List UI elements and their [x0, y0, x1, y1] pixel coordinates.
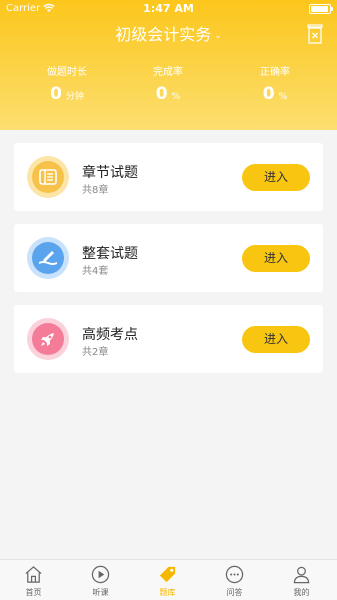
stat-value: 0	[262, 84, 275, 104]
tab-qa[interactable]: 问答	[201, 560, 268, 600]
header: Carrier 1:47 AM 初级会计实务 ⌄ 做题时长 0 分钟 完成率 0% …	[0, 0, 337, 130]
stat-value: 0	[50, 84, 62, 104]
tab-label: 听课	[92, 588, 109, 597]
card-count: 共4套	[82, 266, 109, 277]
bottom-tab-bar: 首页 听课 题库 问答 我的	[0, 559, 337, 600]
home-icon	[25, 566, 42, 583]
tab-label: 我的	[293, 588, 310, 597]
card-title: 整套试题	[82, 246, 138, 262]
stat-duration: 做题时长 0 分钟	[17, 66, 117, 104]
tab-question-bank[interactable]: 题库	[134, 560, 201, 600]
stat-label: 完成率	[153, 67, 183, 78]
play-icon	[91, 565, 110, 584]
rocket-icon	[41, 333, 54, 346]
enter-button[interactable]: 进入	[242, 164, 310, 191]
card-title: 章节试题	[82, 165, 138, 181]
enter-button[interactable]: 进入	[242, 245, 310, 272]
user-icon	[293, 566, 310, 584]
chevron-down-icon: ⌄	[214, 30, 222, 41]
tab-courses[interactable]: 听课	[67, 560, 134, 600]
clear-record-icon[interactable]	[307, 24, 323, 44]
card-icon	[27, 318, 69, 360]
battery-icon	[309, 4, 333, 14]
tab-home[interactable]: 首页	[0, 560, 67, 600]
chapter-list-icon	[39, 169, 57, 185]
card-icon	[27, 237, 69, 279]
stat-unit: %	[278, 92, 288, 102]
card-chapter-questions[interactable]: 章节试题 共8章 进入	[14, 143, 323, 211]
stat-unit: %	[171, 92, 181, 102]
card-count: 共8章	[82, 185, 109, 196]
stat-label: 正确率	[260, 67, 290, 78]
subject-selector[interactable]: 初级会计实务 ⌄	[0, 22, 337, 48]
tag-icon	[159, 566, 176, 583]
stat-label: 做题时长	[47, 67, 87, 78]
status-bar: Carrier 1:47 AM	[0, 0, 337, 18]
card-high-frequency-points[interactable]: 高频考点 共2章 进入	[14, 305, 323, 373]
page-title: 初级会计实务	[115, 25, 212, 44]
tab-profile[interactable]: 我的	[268, 560, 335, 600]
tab-label: 首页	[25, 588, 42, 597]
enter-button[interactable]: 进入	[242, 326, 310, 353]
stat-unit: 分钟	[65, 92, 84, 102]
stats-row: 做题时长 0 分钟 完成率 0% 正确率 0%	[0, 66, 337, 110]
status-time: 1:47 AM	[143, 2, 194, 15]
card-count: 共2章	[82, 347, 109, 358]
pen-book-icon	[39, 251, 57, 265]
card-title: 高频考点	[82, 327, 138, 343]
card-full-set-questions[interactable]: 整套试题 共4套 进入	[14, 224, 323, 292]
stat-accuracy: 正确率 0%	[225, 66, 325, 104]
chat-icon	[225, 565, 244, 584]
stat-completion: 完成率 0%	[118, 66, 218, 104]
stat-value: 0	[155, 84, 168, 104]
tab-label: 题库	[159, 588, 176, 597]
tab-label: 问答	[226, 588, 243, 597]
card-icon	[27, 156, 69, 198]
